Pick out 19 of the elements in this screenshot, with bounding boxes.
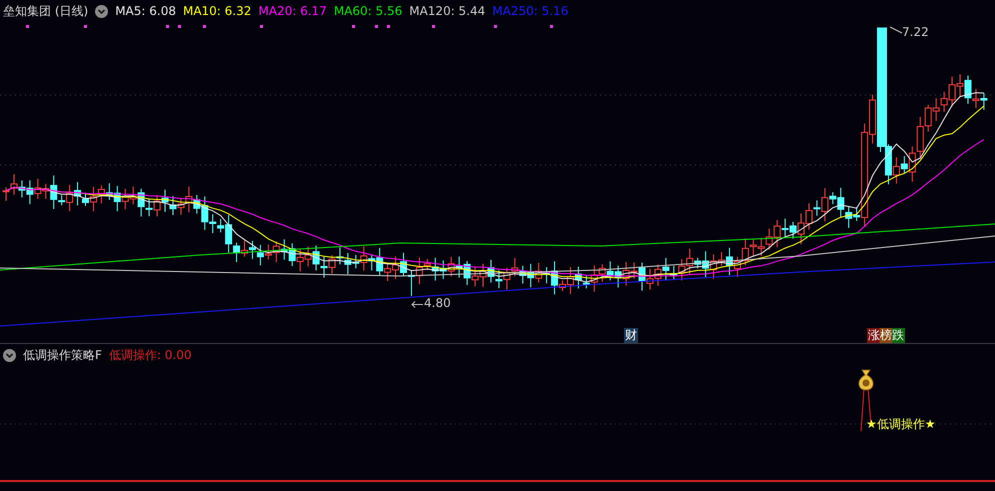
arrow-icon bbox=[410, 300, 424, 309]
event-badge[interactable]: 财 bbox=[624, 328, 638, 343]
moving-average-reading: MA10: 6.32 bbox=[182, 4, 252, 18]
moving-average-reading: MA20: 6.17 bbox=[258, 4, 327, 18]
high-price-label: 7.22 bbox=[902, 25, 929, 39]
moving-average-reading: MA60: 5.56 bbox=[334, 4, 402, 18]
leader-line bbox=[889, 26, 903, 34]
moving-average-reading: MA250: 5.16 bbox=[492, 4, 568, 18]
moving-average-reading: MA5: 6.08 bbox=[115, 4, 176, 18]
collapse-toggle-icon[interactable] bbox=[95, 4, 108, 18]
stock-title: 垒知集团 (日线) bbox=[3, 2, 88, 20]
collapse-toggle-icon[interactable] bbox=[3, 348, 16, 362]
money-bag-icon bbox=[858, 370, 874, 390]
moving-average-reading: MA120: 5.44 bbox=[409, 4, 486, 18]
event-badge[interactable]: 涨榜跌 bbox=[867, 328, 905, 343]
low-price-label: 4.80 bbox=[424, 296, 451, 310]
indicator-name: 低调操作策略F bbox=[23, 346, 102, 364]
signal-label: ★低调操作★ bbox=[866, 416, 936, 433]
indicator-reading: 低调操作: 0.00 bbox=[108, 346, 192, 364]
